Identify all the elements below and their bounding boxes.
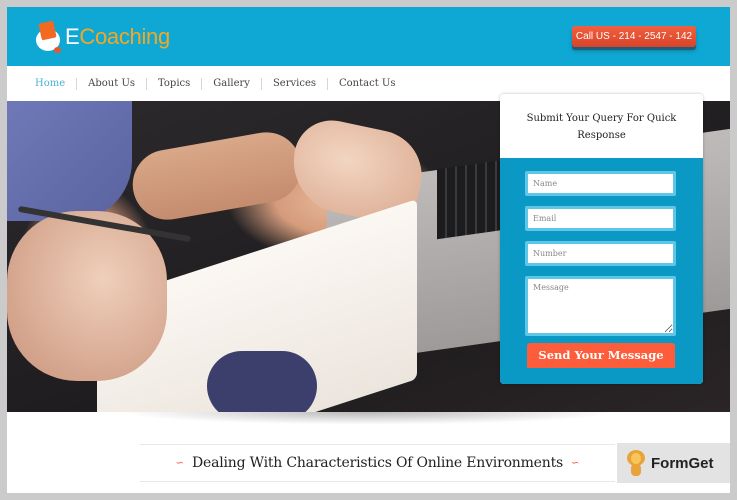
nav-divider [327, 77, 328, 90]
message-textarea[interactable] [528, 279, 673, 333]
jeans-shape [207, 351, 317, 412]
logo-text: ECoaching [65, 24, 170, 49]
message-field-wrap [525, 276, 676, 336]
nav-divider [201, 77, 203, 90]
hero-shadow [17, 412, 720, 430]
send-message-button[interactable]: Send Your Message [527, 343, 675, 368]
nav-item-contact-us[interactable]: Contact Us [339, 78, 395, 89]
number-input[interactable] [528, 244, 673, 263]
email-input[interactable] [528, 209, 673, 228]
sleeve-shape [7, 101, 132, 221]
nav-item-home[interactable]: Home [35, 78, 65, 89]
query-form-body: Send Your Message [500, 152, 703, 384]
callout-arrow [525, 152, 537, 158]
query-form-title: Submit Your Query For Quick Response [526, 113, 677, 141]
section-heading-text: Dealing With Characteristics Of Online E… [191, 455, 563, 471]
email-field-wrap [525, 206, 676, 231]
site-logo[interactable]: ECoaching [34, 20, 170, 54]
nav-item-gallery[interactable]: Gallery [213, 78, 250, 89]
nav-divider [146, 77, 147, 90]
number-field-wrap [525, 241, 676, 266]
nav-item-topics[interactable]: Topics [158, 78, 190, 89]
arm-shape [127, 126, 307, 226]
nav-divider [260, 77, 262, 90]
ornament-left-icon: ∽ [175, 457, 184, 469]
query-form: Submit Your Query For Quick Response Sen… [500, 94, 703, 384]
formget-label: FormGet [651, 454, 714, 472]
call-us-button[interactable]: Call US - 214 - 2547 - 142 [572, 26, 696, 47]
book-owl-logo-icon [34, 20, 64, 54]
nav-divider [76, 77, 78, 90]
page: ECoaching Call US - 214 - 2547 - 142 Hom… [7, 7, 730, 493]
nav-item-about-us[interactable]: About Us [88, 78, 135, 89]
site-header: ECoaching Call US - 214 - 2547 - 142 [7, 7, 730, 66]
name-field-wrap [525, 171, 676, 196]
nav-item-services[interactable]: Services [273, 78, 316, 89]
writing-hand-shape [7, 211, 167, 381]
name-input[interactable] [528, 174, 673, 193]
formget-watermark: FormGet [617, 443, 730, 483]
ornament-right-icon: ∽ [571, 457, 580, 469]
section-heading: ∽ Dealing With Characteristics Of Online… [140, 444, 615, 482]
lion-mascot-icon [627, 450, 645, 476]
